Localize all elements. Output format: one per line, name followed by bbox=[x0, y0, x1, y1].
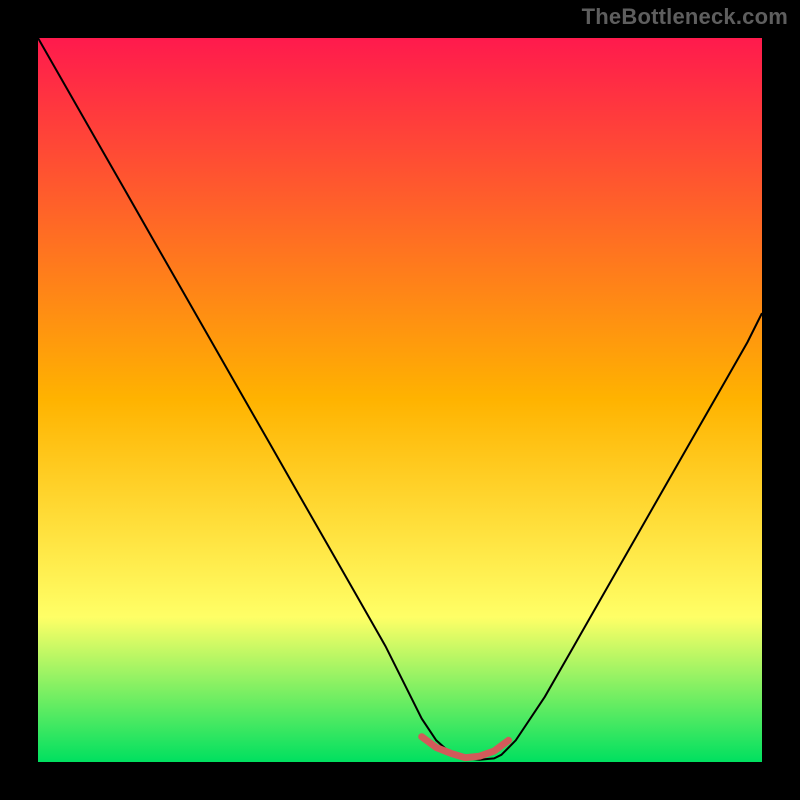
plot-background bbox=[38, 38, 762, 762]
plot-area bbox=[38, 38, 762, 762]
plot-svg bbox=[38, 38, 762, 762]
watermark-text: TheBottleneck.com bbox=[582, 4, 788, 30]
chart-frame: TheBottleneck.com bbox=[0, 0, 800, 800]
